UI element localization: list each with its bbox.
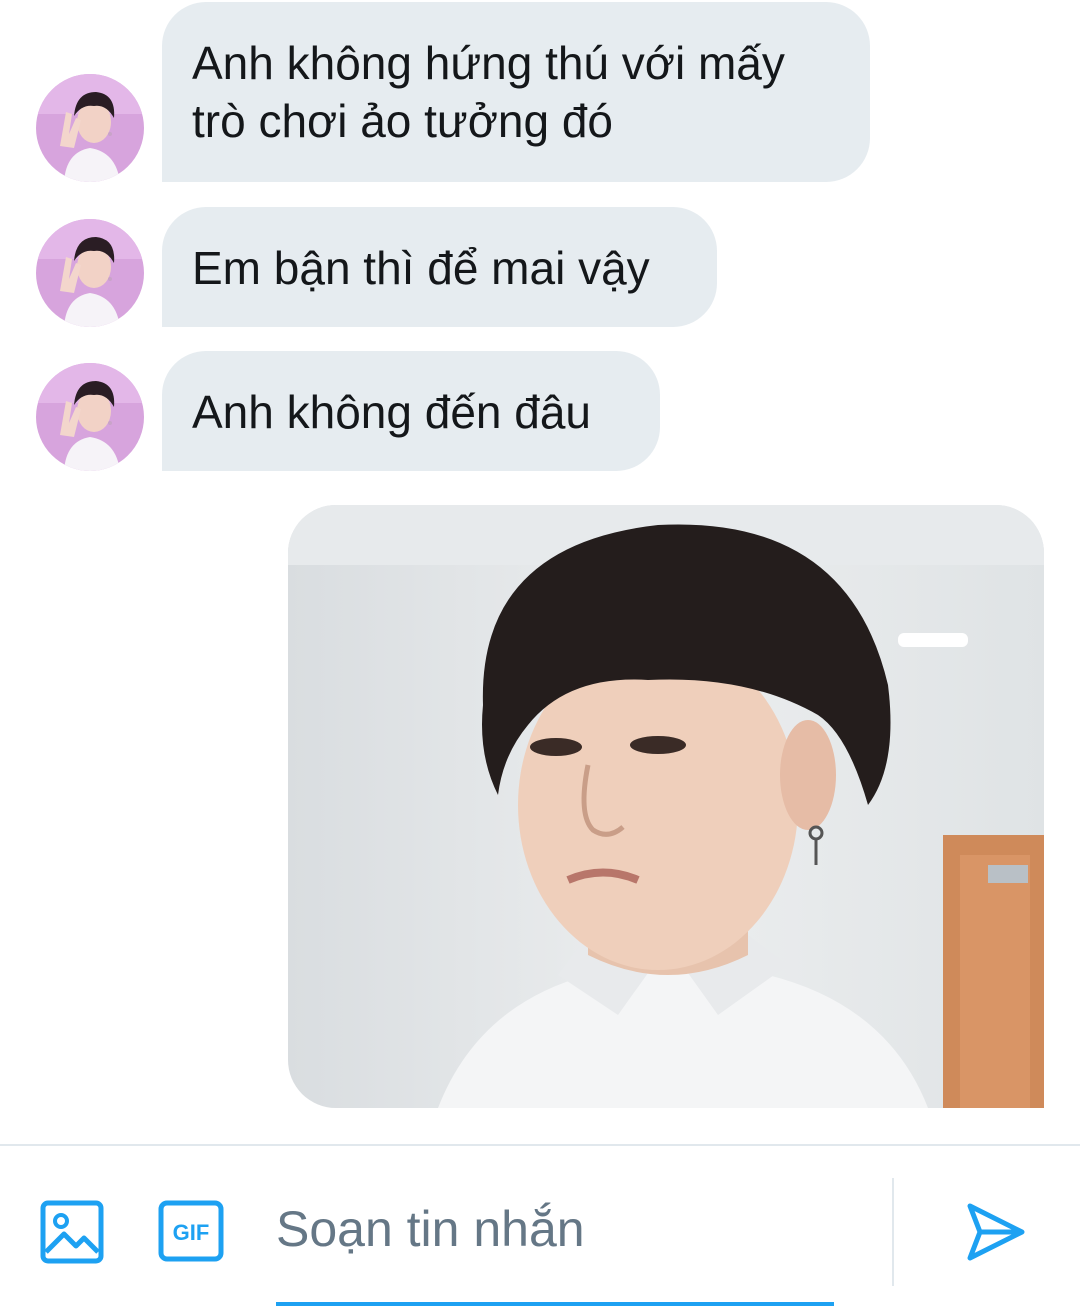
message-row: Em bận thì để mai vậy (0, 205, 1080, 327)
input-focus-underline (276, 1302, 834, 1306)
dm-conversation-screen: Anh không hứng thú với mấy trò chơi ảo t… (0, 0, 1080, 1316)
message-text: Em bận thì để mai vậy (192, 242, 650, 294)
avatar[interactable] (36, 74, 144, 182)
photo-image (288, 505, 1044, 1108)
message-text: Anh không hứng thú với mấy trò chơi ảo t… (192, 37, 785, 147)
sent-photo-message[interactable] (288, 505, 1044, 1108)
message-input-placeholder: Soạn tin nhắn (276, 1201, 585, 1257)
message-composer: GIF Soạn tin nhắn (0, 1146, 1080, 1316)
image-icon[interactable] (40, 1200, 104, 1264)
send-icon[interactable] (964, 1200, 1028, 1264)
message-row: Anh không đến đâu (0, 349, 1080, 471)
avatar[interactable] (36, 219, 144, 327)
message-text: Anh không đến đâu (192, 386, 592, 438)
message-bubble[interactable]: Anh không hứng thú với mấy trò chơi ảo t… (162, 2, 870, 182)
message-input[interactable]: Soạn tin nhắn (276, 1194, 834, 1264)
avatar[interactable] (36, 363, 144, 471)
message-bubble[interactable]: Anh không đến đâu (162, 351, 660, 471)
gif-icon-label: GIF (173, 1220, 210, 1245)
message-bubble[interactable]: Em bận thì để mai vậy (162, 207, 717, 327)
gif-icon[interactable]: GIF (158, 1200, 224, 1262)
composer-separator (892, 1178, 894, 1286)
message-row: Anh không hứng thú với mấy trò chơi ảo t… (0, 0, 1080, 185)
message-thread[interactable]: Anh không hứng thú với mấy trò chơi ảo t… (0, 0, 1080, 1145)
